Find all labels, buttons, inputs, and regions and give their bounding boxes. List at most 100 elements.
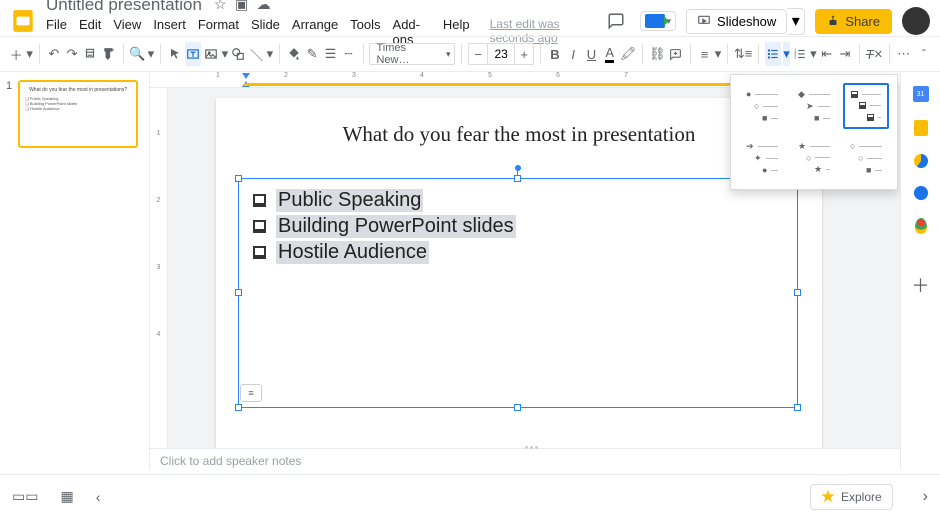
bullet-option-checkbox[interactable] — [843, 83, 889, 129]
slideshow-dropdown[interactable]: ▾ — [787, 8, 805, 35]
bottom-bar: ▭▭ ▦ ‹ Explore › — [0, 474, 940, 518]
font-size-minus[interactable]: − — [469, 47, 487, 62]
explore-star-icon — [821, 490, 835, 504]
font-size-value[interactable]: 23 — [487, 44, 515, 64]
increase-indent-button[interactable]: ⇥ — [837, 42, 853, 66]
bullet-option-disc[interactable]: ● ○ ■ — [739, 83, 785, 129]
image-dropdown[interactable]: ▾ — [222, 42, 229, 66]
italic-button[interactable]: I — [565, 42, 581, 66]
cloud-icon[interactable]: ☁ — [257, 0, 271, 12]
move-icon[interactable]: ▣ — [235, 0, 248, 12]
account-avatar[interactable] — [902, 7, 930, 35]
rotate-handle[interactable] — [515, 165, 521, 171]
grid-view-icon[interactable]: ▦ — [60, 488, 73, 505]
list-item: Hostile Audience — [253, 241, 797, 264]
line-dropdown[interactable]: ▾ — [267, 42, 274, 66]
vertical-ruler: 1234 — [150, 88, 168, 470]
new-slide-button[interactable]: ＋ — [8, 42, 24, 66]
font-size-control[interactable]: − 23 + — [468, 43, 534, 65]
text-color-button[interactable]: A — [602, 42, 618, 66]
share-button[interactable]: Share — [815, 9, 892, 34]
toolbar: ＋ ▾ ↶ ↷ 🔍▾ ▾ ＼▾ ✎ ☰ ┄ Times New… − 23 + … — [0, 36, 940, 72]
filmstrip: 1 What do you fear the most in presentat… — [0, 72, 150, 470]
bullet-option-diamond[interactable]: ◆ ➤ ■ — [791, 83, 837, 129]
autofit-toggle[interactable]: ≡ — [240, 384, 262, 402]
checkbox-icon — [253, 194, 266, 207]
notes-resize-grip[interactable] — [525, 446, 547, 450]
border-dash-button[interactable]: ┄ — [341, 42, 357, 66]
bullet-option-hollow[interactable]: ○ ○ ■ — [843, 135, 889, 181]
resize-handle[interactable] — [235, 289, 242, 296]
checkbox-icon — [253, 220, 266, 233]
insert-comment-button[interactable] — [668, 42, 684, 66]
font-size-plus[interactable]: + — [515, 47, 533, 62]
slides-logo — [10, 8, 36, 34]
textbox-selection[interactable]: Public Speaking Building PowerPoint slid… — [238, 178, 798, 408]
checkbox-icon — [253, 246, 266, 259]
undo-button[interactable]: ↶ — [46, 42, 62, 66]
canvas[interactable]: 1234567 1234 What do you fear the most i… — [150, 72, 900, 470]
numbered-list-button[interactable]: 123 — [792, 42, 808, 66]
zoom-button[interactable]: 🔍 — [129, 42, 145, 66]
doc-title[interactable]: Untitled presentation — [46, 0, 202, 15]
border-color-button[interactable]: ✎ — [304, 42, 320, 66]
svg-text:3: 3 — [794, 55, 797, 60]
underline-button[interactable]: U — [583, 42, 599, 66]
contacts-icon[interactable] — [914, 186, 928, 200]
comments-icon[interactable] — [602, 7, 630, 35]
star-icon[interactable]: ☆ — [214, 0, 227, 12]
line-spacing-button[interactable]: ⇅≡ — [734, 42, 752, 66]
collapse-filmstrip-icon[interactable]: ‹ — [96, 489, 101, 505]
resize-handle[interactable] — [794, 404, 801, 411]
select-tool[interactable] — [167, 42, 183, 66]
redo-button[interactable]: ↷ — [64, 42, 80, 66]
align-button[interactable]: ≡ — [696, 42, 712, 66]
list-item: Public Speaking — [253, 189, 797, 212]
resize-handle[interactable] — [235, 404, 242, 411]
bullet-option-star[interactable]: ★ ○ ★ — [791, 135, 837, 181]
image-tool[interactable] — [203, 42, 219, 66]
clear-formatting-button[interactable]: T✕ — [866, 42, 883, 66]
more-button[interactable]: ⋯ — [895, 42, 911, 66]
paint-format-button[interactable] — [100, 42, 116, 66]
decrease-indent-button[interactable]: ⇤ — [819, 42, 835, 66]
line-tool[interactable]: ＼ — [248, 42, 264, 66]
maps-icon[interactable] — [915, 218, 927, 234]
hide-sidepanel-icon[interactable]: › — [923, 488, 928, 506]
resize-handle[interactable] — [235, 175, 242, 182]
print-button[interactable] — [82, 42, 98, 66]
keep-icon[interactable] — [914, 120, 928, 136]
collapse-toolbar-button[interactable]: ˆ — [916, 42, 932, 66]
font-family-select[interactable]: Times New… — [369, 43, 455, 65]
add-addon-icon[interactable]: ＋ — [912, 272, 930, 298]
border-weight-button[interactable]: ☰ — [322, 42, 338, 66]
app-header: Untitled presentation ☆ ▣ ☁ File Edit Vi… — [0, 0, 940, 36]
tasks-icon[interactable] — [914, 154, 928, 168]
calendar-icon[interactable] — [913, 86, 929, 102]
insert-link-button[interactable]: ⛓ — [649, 42, 666, 66]
resize-handle[interactable] — [514, 175, 521, 182]
shape-tool[interactable] — [230, 42, 246, 66]
bold-button[interactable]: B — [547, 42, 563, 66]
bulleted-list-button[interactable] — [765, 42, 781, 66]
slideshow-button[interactable]: Slideshow — [686, 9, 787, 34]
textbox-tool[interactable] — [185, 42, 201, 66]
bullet-list[interactable]: Public Speaking Building PowerPoint slid… — [239, 179, 797, 264]
explore-button[interactable]: Explore — [810, 484, 893, 510]
fill-color-button[interactable] — [286, 42, 302, 66]
new-slide-dropdown[interactable]: ▾ — [26, 42, 33, 66]
bullet-option-arrow[interactable]: ➔ ✦ ● — [739, 135, 785, 181]
meet-button[interactable]: ▾ — [640, 11, 677, 31]
highlight-color-button[interactable]: 🖍 — [620, 42, 637, 66]
speaker-notes[interactable]: Click to add speaker notes — [150, 448, 900, 474]
filmstrip-view-icon[interactable]: ▭▭ — [12, 488, 38, 505]
bullet-style-flyout: ● ○ ■ ◆ ➤ ■ ➔ ✦ ● ★ ○ ★ — [730, 74, 898, 190]
resize-handle[interactable] — [514, 404, 521, 411]
slide-number: 1 — [6, 80, 12, 92]
resize-handle[interactable] — [794, 289, 801, 296]
zoom-dropdown[interactable]: ▾ — [148, 42, 155, 66]
align-dropdown[interactable]: ▾ — [715, 42, 722, 66]
slide-thumbnail-1[interactable]: What do you fear the most in presentatio… — [18, 80, 138, 148]
numbered-list-dropdown[interactable]: ▾ — [810, 42, 817, 66]
bulleted-list-dropdown[interactable]: ▾ — [783, 42, 790, 66]
